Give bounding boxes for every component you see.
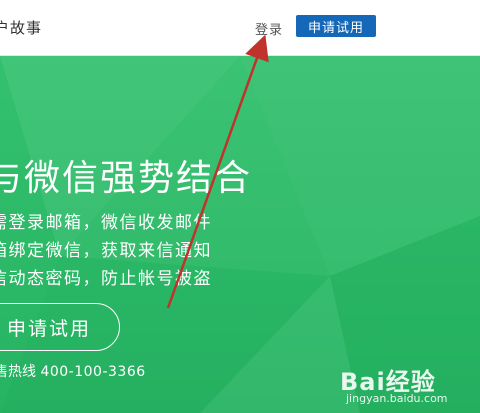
apply-trial-button-top[interactable]: 申请试用 <box>296 15 376 37</box>
baidu-jingyan-watermark: Bai经验 jingyan.baidu.com <box>340 362 480 410</box>
hero-banner: 与微信强势结合 需登录邮箱，微信收发邮件 箱绑定微信，获取来信通知 信动态密码，… <box>0 56 480 413</box>
feature-line-1: 需登录邮箱，微信收发邮件 <box>0 213 212 233</box>
hotline-number: 400-100-3366 <box>40 364 146 380</box>
watermark-url: jingyan.baidu.com <box>346 392 448 405</box>
login-link[interactable]: 登录 <box>255 19 283 38</box>
hero-headline: 与微信强势结合 <box>0 158 253 199</box>
hotline-label: 售热线 <box>0 364 36 380</box>
feature-line-2: 箱绑定微信，获取来信通知 <box>0 241 212 261</box>
sales-hotline: 售热线 400-100-3366 <box>0 361 146 381</box>
top-navigation-bar: 户故事 登录 申请试用 <box>0 0 480 56</box>
hero-background-pattern <box>0 56 480 413</box>
apply-trial-button-hero[interactable]: 申请试用 <box>0 303 120 351</box>
feature-line-3: 信动态密码，防止帐号被盗 <box>0 269 212 289</box>
nav-customer-story-link[interactable]: 户故事 <box>0 17 42 38</box>
